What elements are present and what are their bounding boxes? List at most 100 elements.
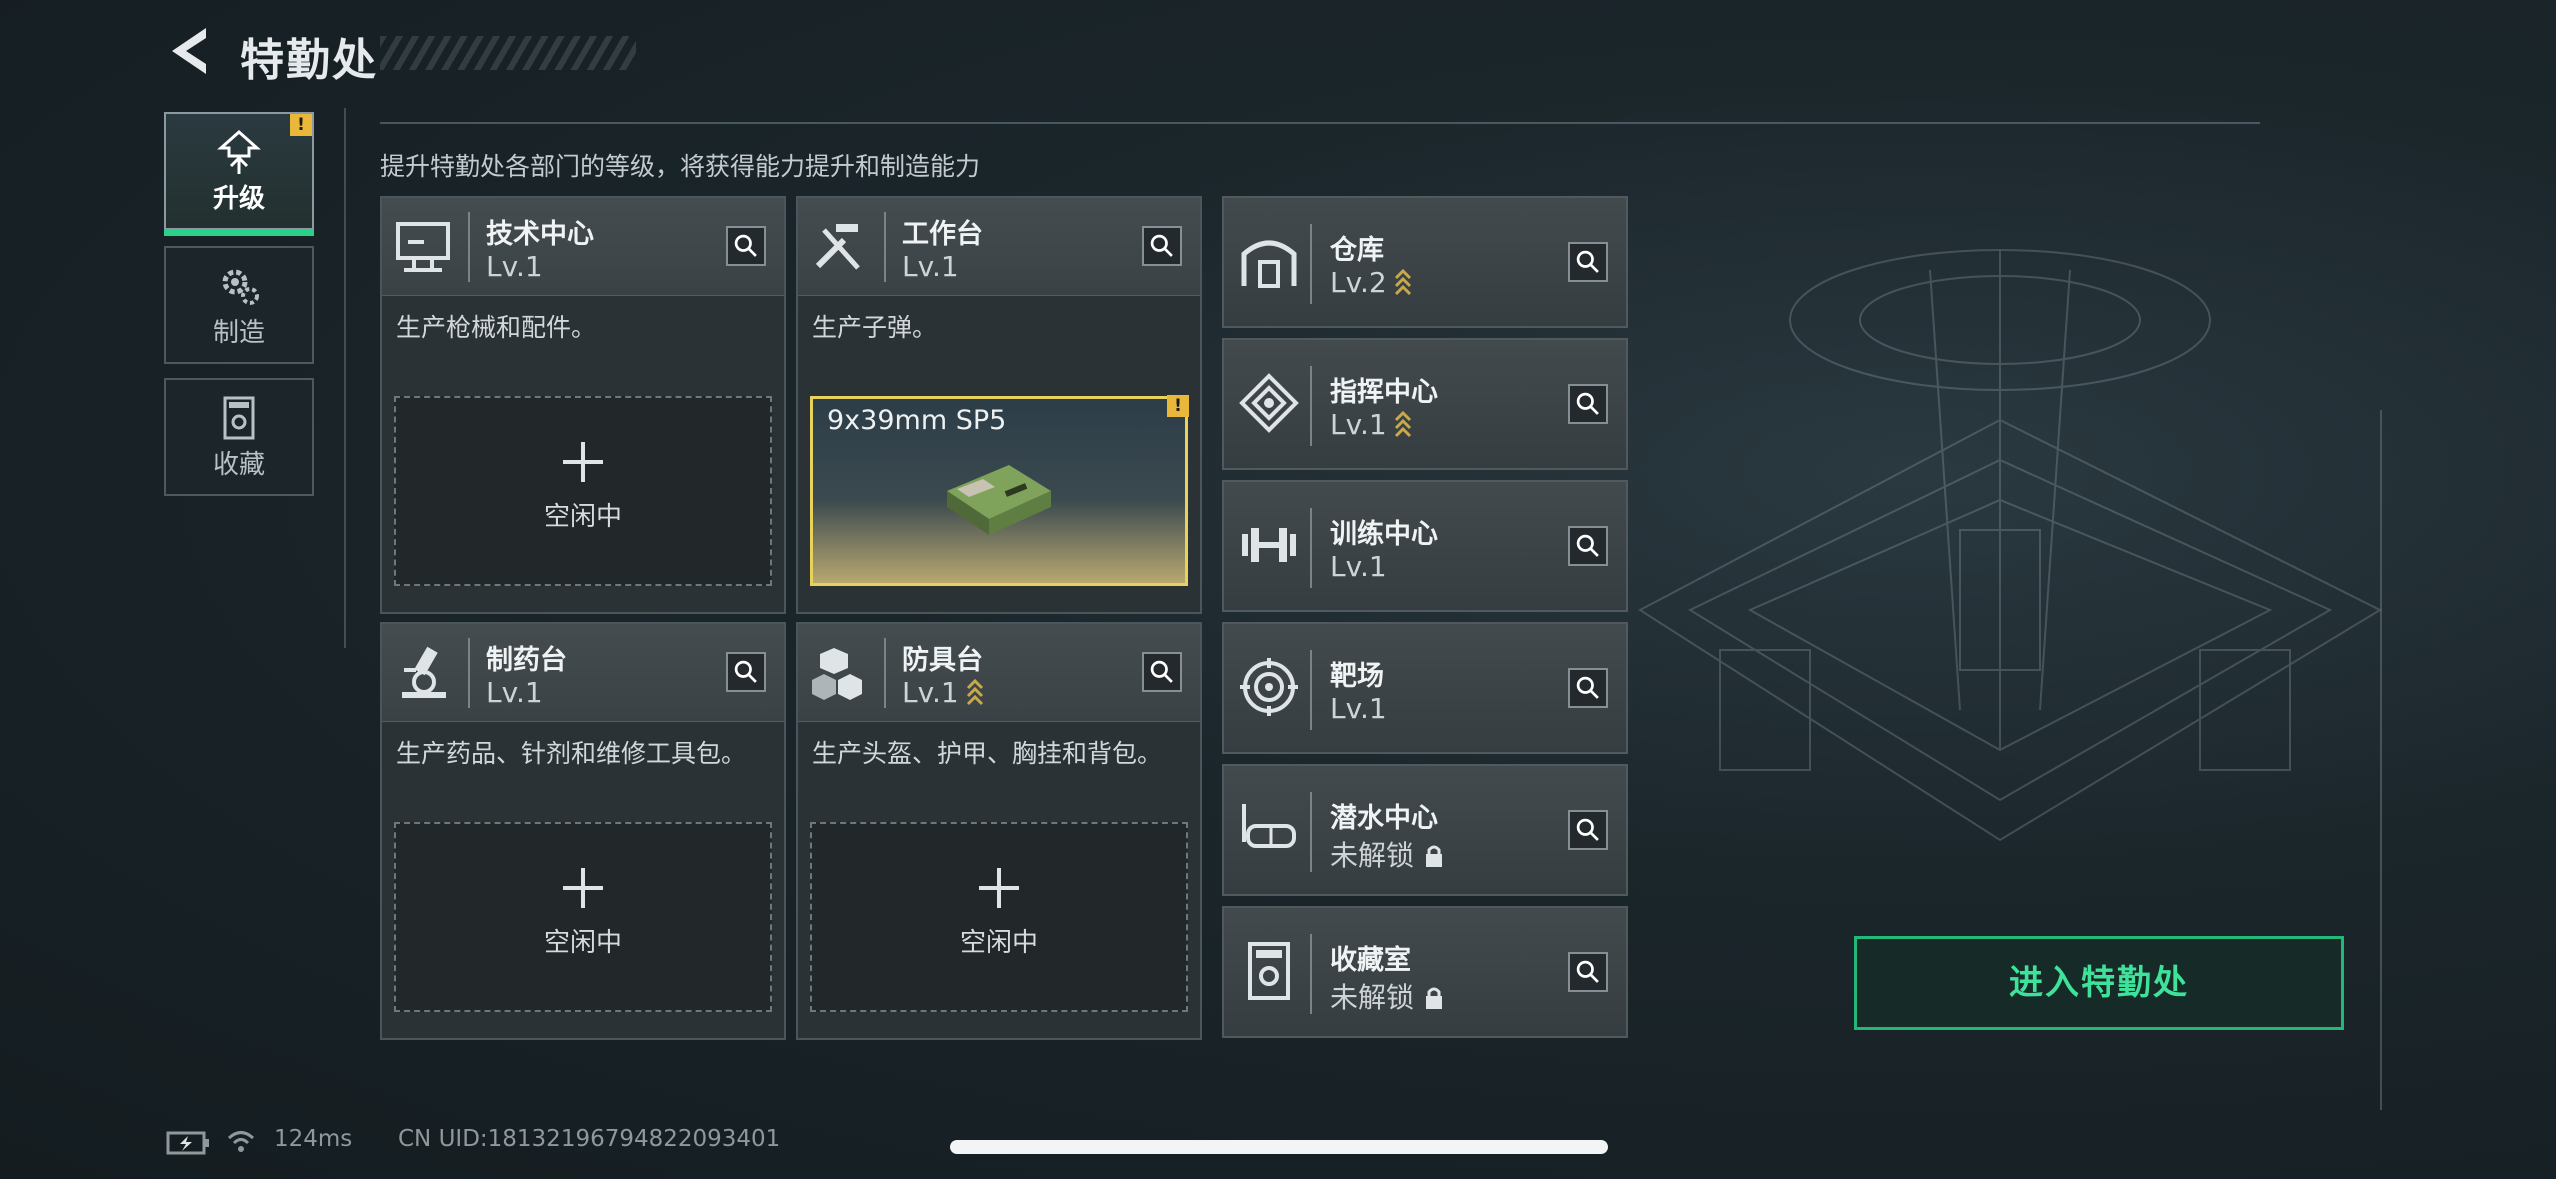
microscope-icon	[402, 646, 446, 698]
search-icon[interactable]	[1568, 242, 1608, 282]
row-separator	[1310, 792, 1312, 872]
right-decor-line	[2380, 410, 2382, 1110]
nav-tab-collection[interactable]: 收藏	[164, 378, 314, 496]
slot-status: 空闲中	[543, 502, 622, 532]
facility-row-shooting-range[interactable]: 靶场 Lv.1	[1222, 622, 1628, 754]
production-slot-active[interactable]: ! 9x39mm SP5	[810, 395, 1189, 586]
search-icon[interactable]	[1142, 652, 1182, 692]
facility-name: 制药台	[486, 645, 567, 676]
facility-row-command-center[interactable]: 指挥中心 Lv.1	[1222, 338, 1628, 470]
base-blueprint-art	[1638, 249, 2383, 842]
slot-status: 空闲中	[959, 928, 1038, 958]
enter-special-ops-button[interactable]: 进入特勤处	[1854, 936, 2344, 1030]
back-arrow-icon[interactable]	[166, 26, 214, 76]
header-separator	[884, 638, 886, 708]
facility-name: 靶场	[1330, 661, 1384, 692]
facility-description: 生产头盔、护甲、胸挂和背包。	[812, 739, 1163, 768]
search-icon[interactable]	[1568, 952, 1608, 992]
facility-level: Lv.1	[902, 250, 959, 283]
title-decoration	[380, 36, 636, 70]
top-divider-line	[380, 122, 2260, 124]
collection-icon	[223, 396, 255, 440]
production-slot-empty[interactable]: 空闲中	[394, 822, 772, 1012]
card-header: 防具台 Lv.1	[798, 624, 1200, 722]
search-icon[interactable]	[1568, 526, 1608, 566]
facility-name: 收藏室	[1330, 945, 1411, 976]
armor-blocks-icon	[812, 648, 862, 700]
facility-name: 工作台	[902, 219, 983, 250]
facility-name: 训练中心	[1330, 519, 1438, 550]
facility-level: Lv.1	[1330, 692, 1387, 725]
card-header: 技术中心 Lv.1	[382, 198, 784, 296]
facility-card-workbench[interactable]: 工作台 Lv.1 生产子弹。 ! 9x39mm SP5	[796, 196, 1202, 614]
search-icon[interactable]	[726, 652, 766, 692]
facility-row-training-center[interactable]: 训练中心 Lv.1	[1222, 480, 1628, 612]
facility-card-pharmacy[interactable]: 制药台 Lv.1 生产药品、针剂和维修工具包。 空闲中	[380, 622, 786, 1040]
player-uid: CN UID:18132196794822093401	[398, 1126, 781, 1152]
search-icon[interactable]	[1142, 226, 1182, 266]
facility-description: 生产药品、针剂和维修工具包。	[396, 739, 747, 768]
facility-row-dive-center[interactable]: 潜水中心 未解锁	[1222, 764, 1628, 896]
ping-latency: 124ms	[274, 1126, 353, 1152]
lock-icon	[1426, 987, 1443, 1009]
facility-level: Lv.1	[1330, 550, 1387, 583]
row-separator	[1310, 650, 1312, 730]
search-icon[interactable]	[1568, 810, 1608, 850]
alert-badge: !	[1167, 395, 1189, 417]
produced-item-name: 9x39mm SP5	[827, 405, 1007, 436]
facility-level-row: Lv.1	[1330, 408, 1413, 441]
page-title: 特勤处	[240, 35, 378, 86]
card-header: 制药台 Lv.1	[382, 624, 784, 722]
facility-status-row: 未解锁	[1330, 976, 1444, 1016]
plus-icon	[563, 868, 603, 908]
card-header: 工作台 Lv.1	[798, 198, 1200, 296]
facility-card-armor-bench[interactable]: 防具台 Lv.1 生产头盔、护甲、胸挂和背包。 空闲中	[796, 622, 1202, 1040]
facility-level: Lv.1	[1330, 408, 1387, 441]
row-separator	[1310, 934, 1312, 1014]
left-divider-line	[344, 108, 346, 648]
upgrade-chevron-icon	[1394, 410, 1411, 438]
nav-tab-label: 收藏	[212, 450, 265, 480]
wifi-icon	[227, 1131, 255, 1152]
alert-badge: !	[290, 114, 312, 136]
upgrade-chevron-icon	[966, 678, 983, 706]
production-slot-empty[interactable]: 空闲中	[394, 396, 772, 586]
facility-row-collection-room[interactable]: 收藏室 未解锁	[1222, 906, 1628, 1038]
search-icon[interactable]	[726, 226, 766, 266]
row-separator	[1310, 366, 1312, 446]
facility-name: 潜水中心	[1330, 803, 1438, 834]
facility-level-row: Lv.2	[1330, 266, 1413, 299]
facility-name: 仓库	[1330, 235, 1384, 266]
plus-icon	[979, 868, 1019, 908]
facility-description: 生产枪械和配件。	[396, 313, 597, 342]
collection-room-icon	[1248, 942, 1290, 1000]
search-icon[interactable]	[1568, 384, 1608, 424]
facility-level: Lv.1	[902, 676, 959, 709]
facility-card-tech-center[interactable]: 技术中心 Lv.1 生产枪械和配件。 空闲中	[380, 196, 786, 614]
nav-tab-craft[interactable]: 制造	[164, 246, 314, 364]
ammo-box-image	[947, 465, 1051, 535]
gears-icon	[222, 269, 259, 305]
dive-mask-icon	[1242, 804, 1296, 848]
row-separator	[1310, 508, 1312, 588]
lock-icon	[1426, 845, 1443, 867]
facility-row-warehouse[interactable]: 仓库 Lv.2	[1222, 196, 1628, 328]
plus-icon	[563, 442, 603, 482]
dumbbell-icon	[1242, 528, 1296, 562]
facility-level: Lv.2	[1330, 266, 1387, 299]
facility-description: 生产子弹。	[812, 313, 938, 342]
search-icon[interactable]	[1568, 668, 1608, 708]
facility-level: Lv.1	[486, 250, 543, 283]
monitor-icon	[396, 222, 450, 272]
home-indicator[interactable]	[950, 1140, 1608, 1154]
warehouse-icon	[1241, 240, 1297, 288]
upgrade-hint-text: 提升特勤处各部门的等级，将获得能力提升和制造能力	[380, 152, 981, 181]
production-slot-empty[interactable]: 空闲中	[810, 822, 1188, 1012]
nav-tab-upgrade[interactable]: ! 升级	[164, 112, 314, 236]
facility-status: 未解锁	[1330, 839, 1415, 872]
target-icon	[1240, 658, 1298, 716]
battery-charging-icon	[166, 1131, 209, 1155]
upgrade-icon	[217, 129, 261, 174]
facility-level-row: Lv.1	[902, 676, 985, 709]
facility-name: 技术中心	[486, 219, 594, 250]
